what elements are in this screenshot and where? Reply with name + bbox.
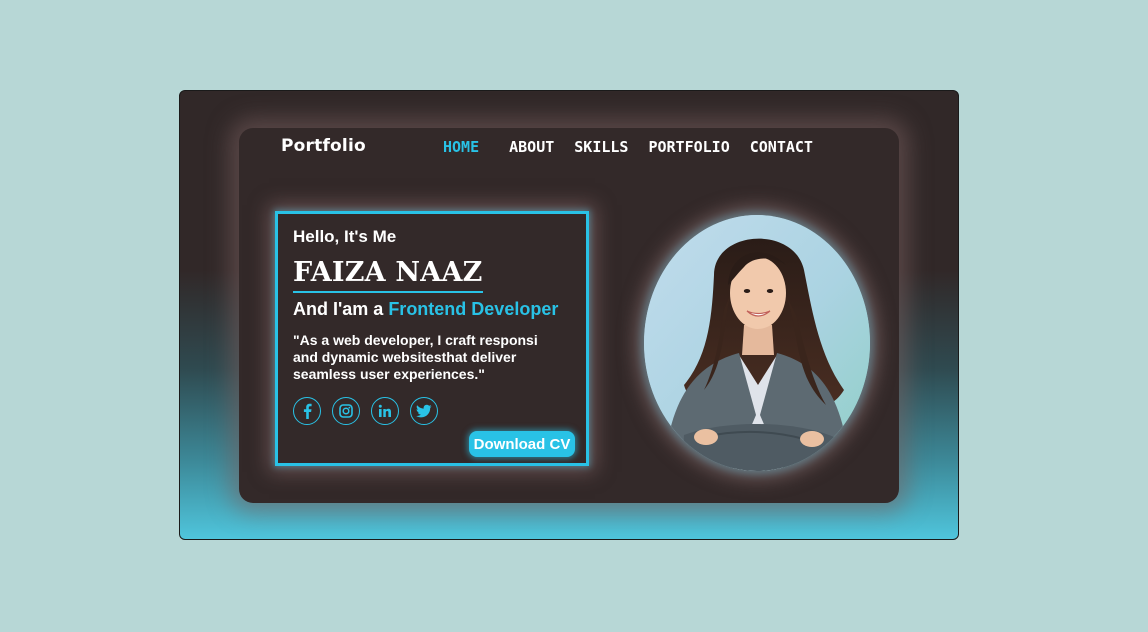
nav-home[interactable]: HOME xyxy=(443,138,479,156)
profile-photo-illustration xyxy=(644,215,870,471)
facebook-icon xyxy=(303,403,312,419)
portfolio-card: Portfolio HOME ABOUT SKILLS PORTFOLIO CO… xyxy=(239,128,899,503)
instagram-link[interactable] xyxy=(332,397,360,425)
site-logo[interactable]: Portfolio xyxy=(281,136,366,156)
download-cv-button[interactable]: Download CV xyxy=(469,431,575,457)
nav-skills[interactable]: SKILLS xyxy=(574,138,628,156)
role-line: And I'am a Frontend Developer xyxy=(293,299,558,320)
twitter-link[interactable] xyxy=(410,397,438,425)
main-nav: HOME ABOUT SKILLS PORTFOLIO CONTACT xyxy=(443,138,813,156)
linkedin-link[interactable] xyxy=(371,397,399,425)
facebook-link[interactable] xyxy=(293,397,321,425)
social-links xyxy=(293,397,438,425)
role-highlight: Frontend Developer xyxy=(388,299,559,319)
nav-contact[interactable]: CONTACT xyxy=(750,138,813,156)
quote-line: seamless user experiences." xyxy=(293,366,485,382)
nav-about[interactable]: ABOUT xyxy=(509,138,554,156)
preview-frame: Portfolio HOME ABOUT SKILLS PORTFOLIO CO… xyxy=(179,90,959,540)
role-prefix: And I'am a xyxy=(293,299,389,319)
instagram-icon xyxy=(339,404,353,418)
person-name: FAIZA NAAZ xyxy=(293,256,483,293)
nav-portfolio[interactable]: PORTFOLIO xyxy=(648,138,729,156)
intro-quote: "As a web developer, I craft responsi an… xyxy=(293,332,578,383)
greeting-text: Hello, It's Me xyxy=(293,227,397,246)
quote-line: "As a web developer, I craft responsi xyxy=(293,332,538,348)
twitter-icon xyxy=(416,404,432,418)
intro-box: Hello, It's Me FAIZA NAAZ And I'am a Fro… xyxy=(275,211,589,466)
quote-line: and dynamic websitesthat deliver xyxy=(293,349,517,365)
linkedin-icon xyxy=(378,404,391,417)
profile-photo xyxy=(644,215,870,471)
